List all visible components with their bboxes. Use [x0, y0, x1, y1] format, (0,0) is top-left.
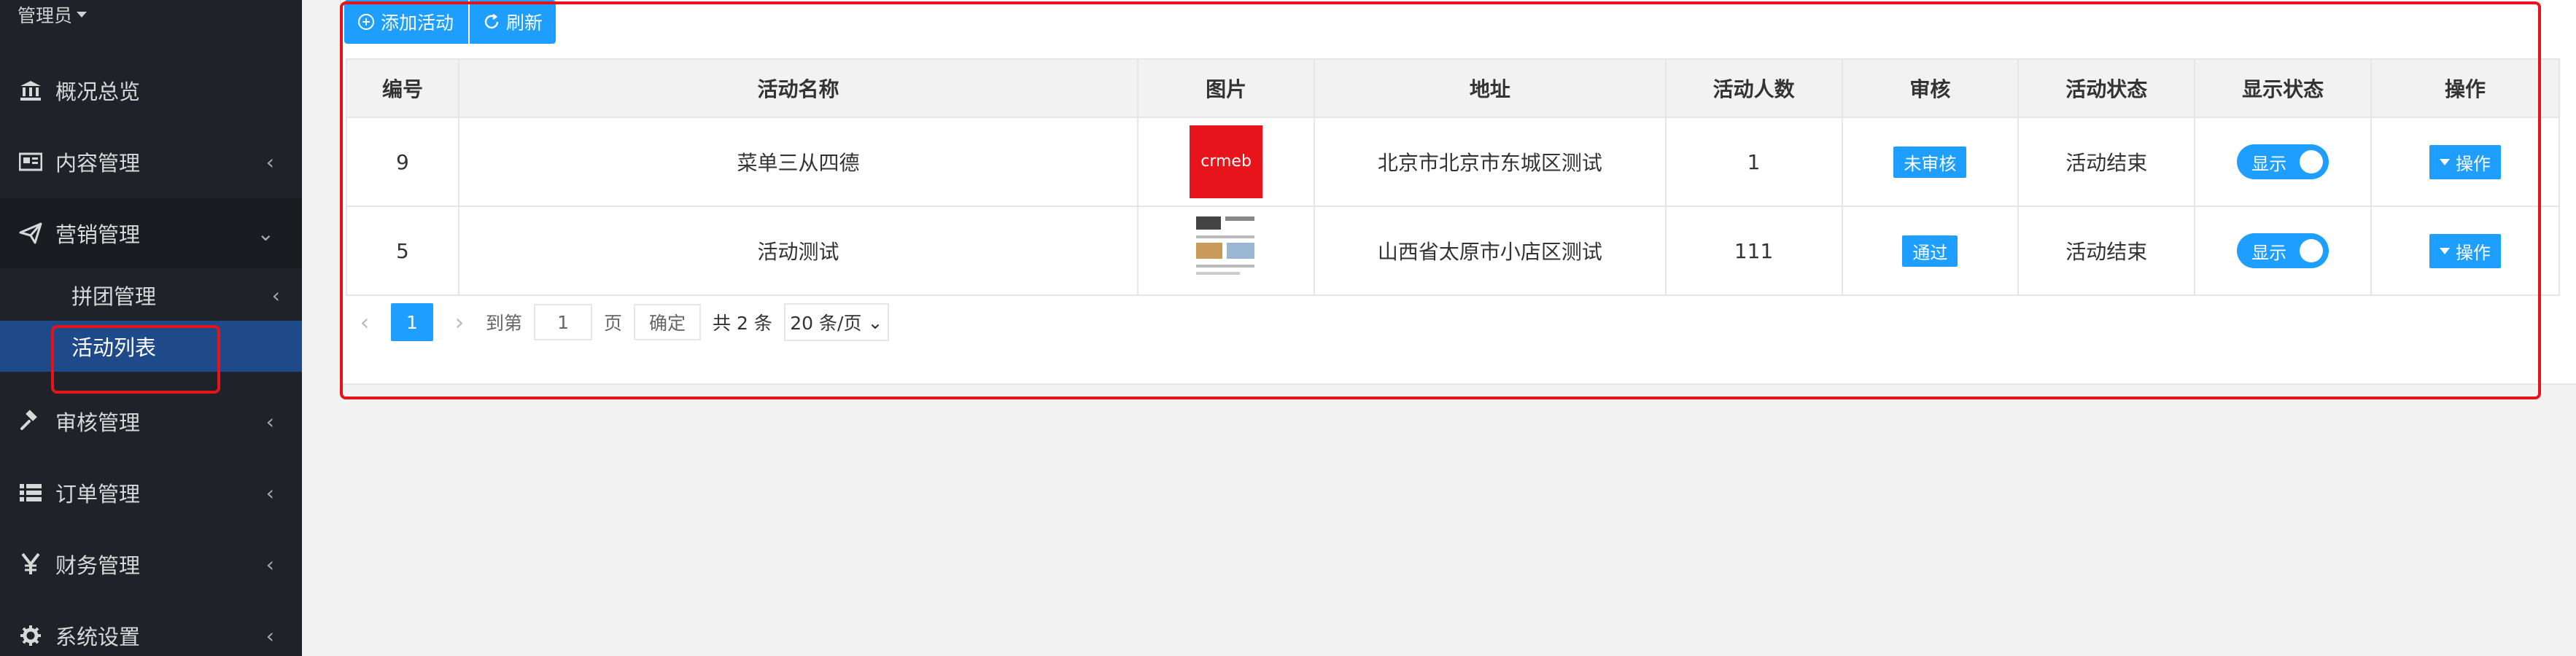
sidebar-item-label: 审核管理 — [55, 410, 141, 435]
chevron-left-icon: ‹ — [265, 623, 274, 648]
sidebar-item-label: 订单管理 — [55, 482, 141, 507]
sidebar-item-marketing[interactable]: 营销管理 ⌄ — [0, 198, 302, 268]
paper-plane-icon — [18, 220, 44, 246]
sidebar: 管理员 概况总览 内容管理 ‹ 营销管理 ⌄ 拼团管理 ‹ 活动列表 审核管理 … — [0, 0, 302, 656]
highlight-box-sidebar — [51, 325, 220, 394]
yen-icon — [18, 551, 44, 577]
sidebar-subitem-group-buy[interactable]: 拼团管理 ‹ — [0, 270, 302, 321]
sidebar-subitem-label: 拼团管理 — [71, 284, 157, 309]
sidebar-item-finance[interactable]: 财务管理 ‹ — [0, 529, 302, 599]
chevron-left-icon: ‹ — [265, 552, 274, 577]
admin-menu[interactable]: 管理员 — [18, 1, 88, 28]
sidebar-item-settings[interactable]: 系统设置 ‹ — [0, 601, 302, 656]
gear-icon — [18, 622, 44, 649]
caret-down-icon — [77, 12, 88, 17]
bank-icon — [18, 77, 44, 104]
sidebar-item-label: 营销管理 — [55, 222, 141, 247]
highlight-box-main — [340, 1, 2541, 399]
chevron-left-icon: ‹ — [271, 283, 280, 308]
sidebar-item-overview[interactable]: 概况总览 — [0, 55, 302, 125]
news-icon — [18, 149, 44, 175]
sidebar-item-review[interactable]: 审核管理 ‹ — [0, 386, 302, 456]
sidebar-item-label: 概况总览 — [55, 79, 141, 104]
sidebar-item-content[interactable]: 内容管理 ‹ — [0, 127, 302, 197]
list-icon — [18, 480, 44, 506]
chevron-down-icon: ⌄ — [257, 221, 274, 246]
sidebar-item-label: 系统设置 — [55, 625, 141, 649]
chevron-left-icon: ‹ — [265, 480, 274, 505]
gavel-icon — [18, 408, 44, 434]
sidebar-item-label: 财务管理 — [55, 553, 141, 578]
sidebar-item-label: 内容管理 — [55, 151, 141, 176]
chevron-left-icon: ‹ — [265, 149, 274, 174]
admin-label: 管理员 — [18, 5, 73, 26]
sidebar-item-orders[interactable]: 订单管理 ‹ — [0, 458, 302, 528]
chevron-left-icon: ‹ — [265, 409, 274, 434]
